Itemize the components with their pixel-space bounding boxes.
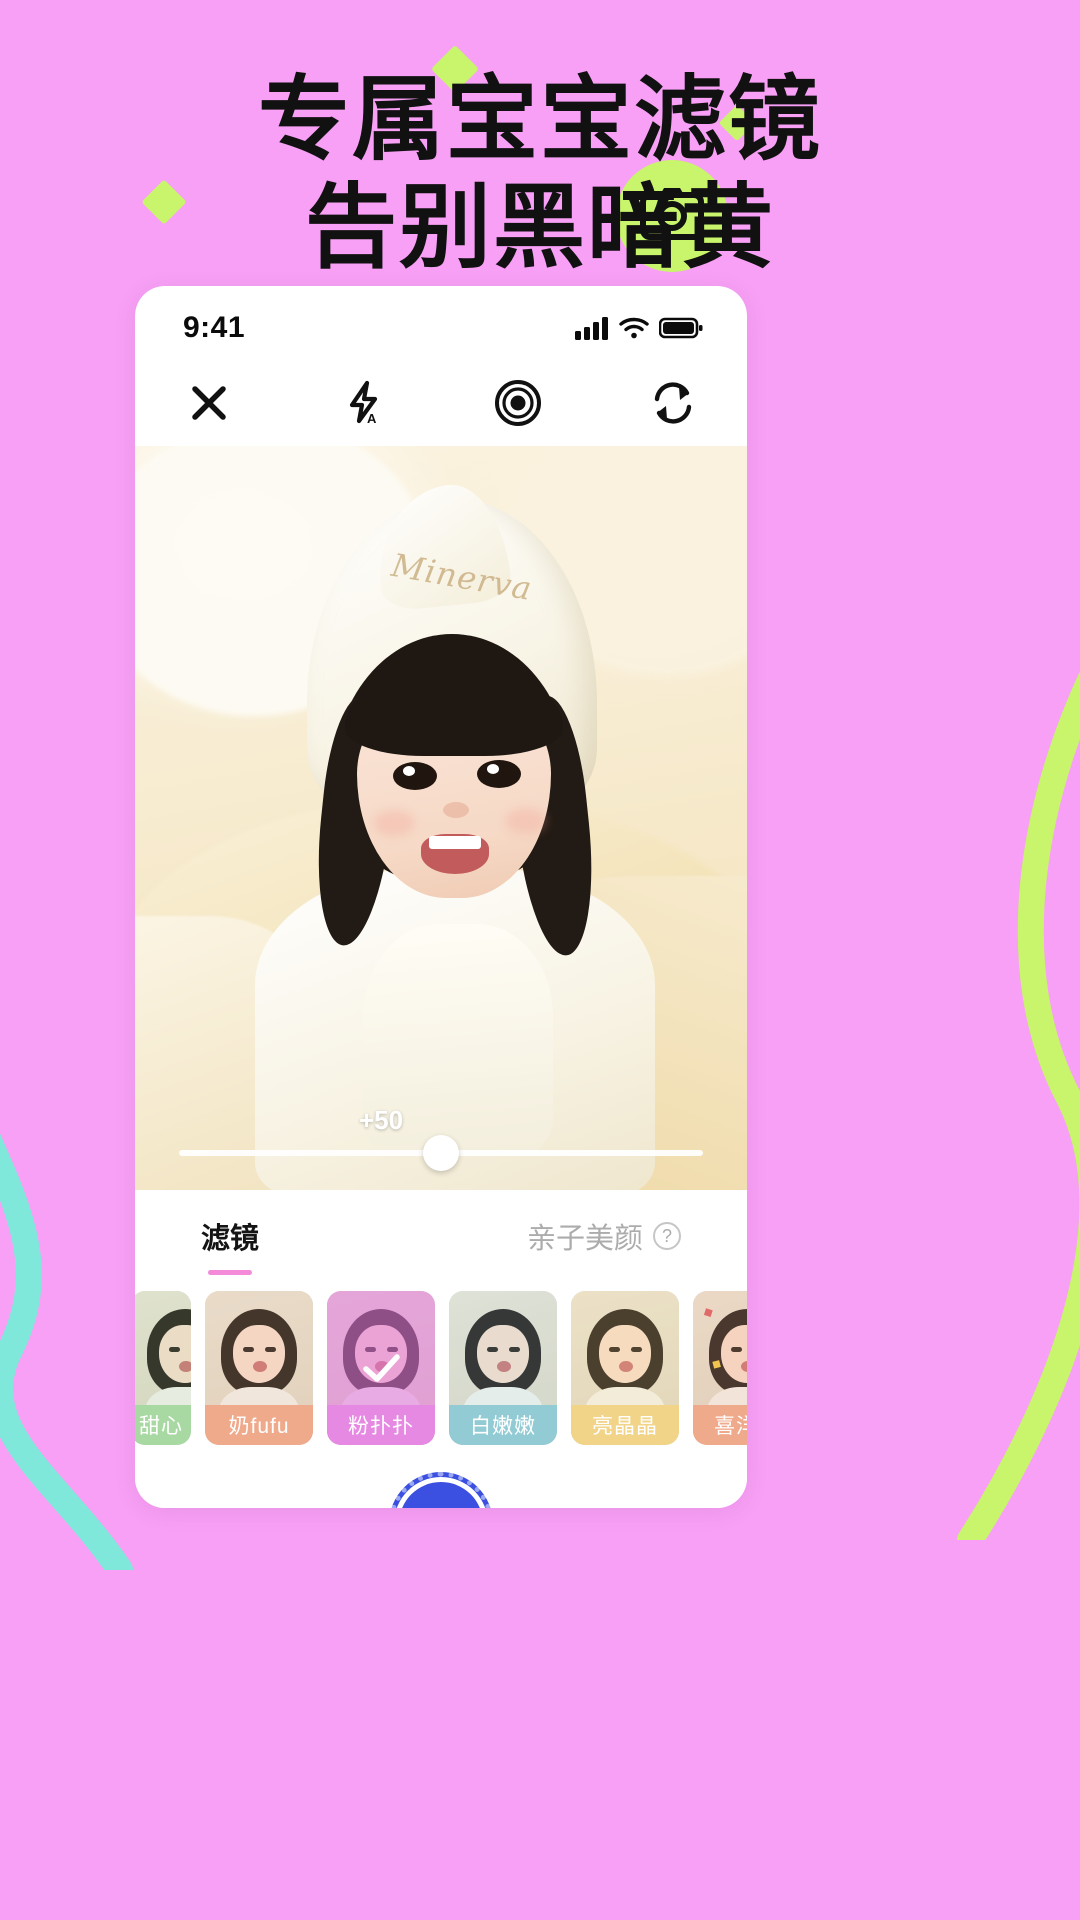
tab-filters-label: 滤镜	[201, 1223, 260, 1255]
poster-headline: 专属宝宝滤镜 告别黑暗黄	[0, 72, 1080, 276]
filter-list[interactable]: 甜心 奶fufu 粉扑扑 白嫩嫩 亮晶晶 喜	[135, 1282, 747, 1454]
headline-line-2: 告别黑暗黄	[304, 174, 775, 281]
camera-icon	[640, 188, 704, 240]
tab-parent-child-beauty-label: 亲子美颜	[526, 1223, 643, 1255]
filter-item[interactable]: 白嫩嫩	[449, 1291, 557, 1445]
camera-viewfinder[interactable]: Minerva +50	[135, 446, 747, 1190]
status-bar-icons	[575, 316, 703, 340]
tab-parent-child-beauty[interactable]: 亲子美颜 ?	[527, 1215, 681, 1257]
filter-label: 白嫩嫩	[449, 1405, 557, 1445]
status-bar-time: 9:41	[183, 311, 246, 344]
filter-item[interactable]: 甜心	[135, 1291, 191, 1445]
wave-decoration-right	[957, 671, 1080, 1540]
slider-value-label: +50	[358, 1105, 404, 1135]
headline-line-1: 专属宝宝滤镜	[257, 66, 822, 173]
camera-toolbar: A	[135, 360, 747, 446]
filter-label: 奶fufu	[205, 1405, 313, 1445]
filter-tabs: 滤镜 亲子美颜 ?	[135, 1190, 747, 1282]
filter-item[interactable]: 亮晶晶	[571, 1291, 679, 1445]
tab-active-underline	[208, 1270, 252, 1275]
status-bar: 9:41	[135, 286, 747, 360]
svg-text:A: A	[367, 411, 377, 426]
preview-photo: Minerva	[135, 446, 747, 1190]
shutter-row	[135, 1454, 747, 1508]
question-mark-icon[interactable]: ?	[653, 1222, 681, 1250]
wifi-icon	[619, 317, 649, 339]
flip-camera-icon[interactable]	[645, 375, 701, 431]
filter-item[interactable]: 喜洋洋	[693, 1291, 747, 1445]
intensity-slider[interactable]: +50	[135, 1105, 747, 1171]
filter-label: 甜心	[135, 1405, 191, 1445]
cellular-signal-icon	[575, 317, 608, 340]
tab-filters[interactable]: 滤镜	[201, 1215, 260, 1275]
check-icon	[363, 1354, 400, 1382]
filter-label: 喜洋洋	[693, 1405, 747, 1445]
shutter-button[interactable]	[389, 1472, 493, 1508]
slider-track[interactable]	[179, 1135, 703, 1171]
slider-knob[interactable]	[423, 1135, 459, 1171]
aperture-icon[interactable]	[490, 375, 546, 431]
filter-item[interactable]: 奶fufu	[205, 1291, 313, 1445]
battery-icon	[659, 317, 703, 339]
filter-label: 亮晶晶	[571, 1405, 679, 1445]
close-icon[interactable]	[181, 375, 237, 431]
filter-item-selected[interactable]: 粉扑扑	[327, 1291, 435, 1445]
flash-auto-icon[interactable]: A	[336, 375, 392, 431]
filter-label: 粉扑扑	[327, 1405, 435, 1445]
phone-mockup: 9:41 A Minerva +50 滤镜 亲子美颜 ? 甜心 奶fufu 粉扑…	[135, 286, 747, 1508]
